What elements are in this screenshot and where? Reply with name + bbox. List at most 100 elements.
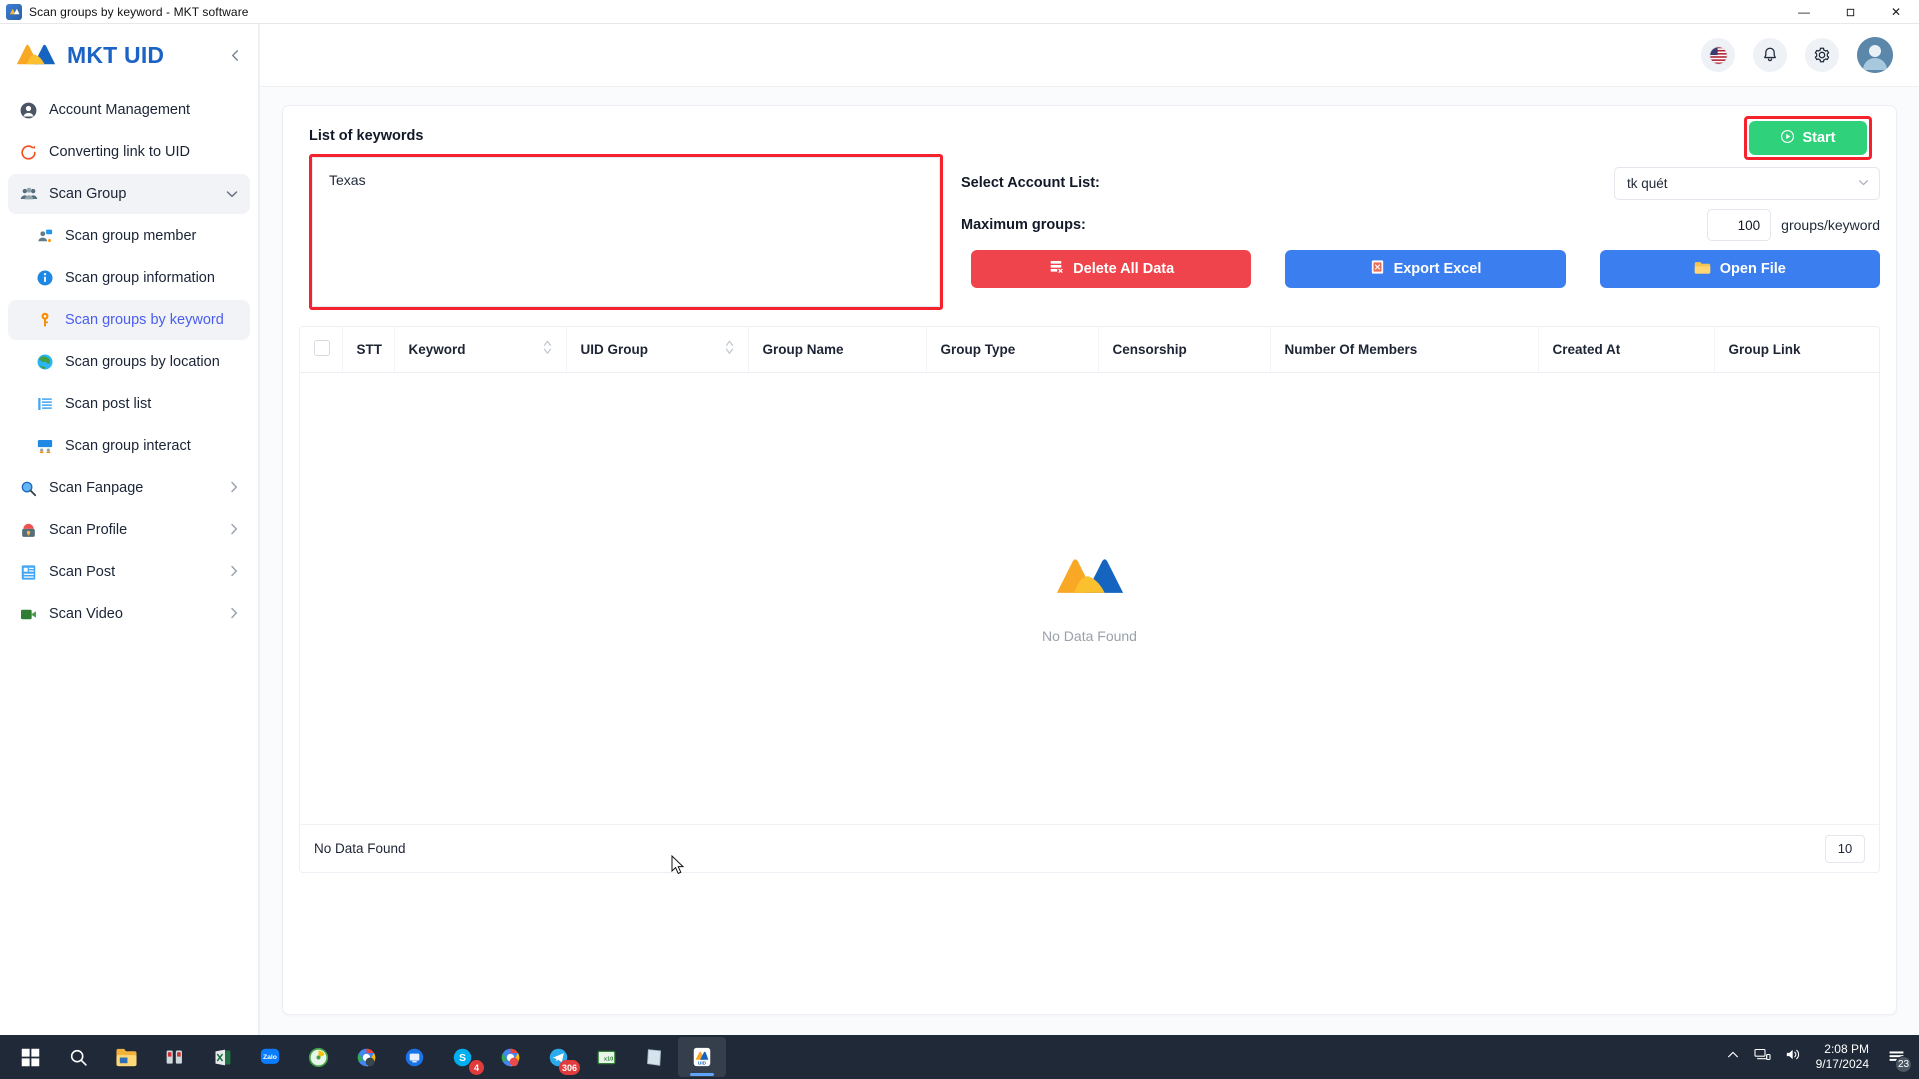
sidebar-item-converting-link-to-uid[interactable]: Converting link to UID: [8, 132, 250, 172]
sidebar-item-scan-groups-by-keyword[interactable]: Scan groups by keyword: [8, 300, 250, 340]
telegram-app-button[interactable]: 306: [534, 1037, 582, 1077]
file-explorer-button[interactable]: [102, 1037, 150, 1077]
page-size-selector[interactable]: 10: [1825, 834, 1865, 863]
open-file-button[interactable]: Open File: [1599, 250, 1880, 288]
sidebar-item-scan-video[interactable]: Scan Video: [8, 594, 250, 634]
video-icon: [18, 604, 39, 625]
column-group-type[interactable]: Group Type: [925, 327, 1098, 373]
account-list-label: Select Account List:: [961, 175, 1100, 191]
sort-icon[interactable]: [543, 339, 552, 359]
sidebar-item-account-management[interactable]: Account Management: [8, 90, 250, 130]
sidebar-item-scan-group-information[interactable]: Scan group information: [8, 258, 250, 298]
us-flag-icon[interactable]: [1701, 38, 1735, 72]
sidebar-item-scan-group-interact[interactable]: Scan group interact: [8, 426, 250, 466]
sidebar-item-label: Scan group information: [65, 270, 215, 286]
max-groups-label: Maximum groups:: [961, 217, 1086, 233]
column-censorship[interactable]: Censorship: [1097, 327, 1270, 373]
keywords-label: List of keywords: [309, 128, 424, 144]
form-row: List of keywords Start: [299, 116, 1880, 310]
export-excel-label: Export Excel: [1393, 261, 1482, 277]
max-groups-unit: groups/keyword: [1781, 217, 1880, 233]
column-created-at[interactable]: Created At: [1537, 327, 1714, 373]
sidebar-item-scan-post-list[interactable]: Scan post list: [8, 384, 250, 424]
content-area: List of keywords Start: [259, 24, 1919, 1035]
table-footer: No Data Found 10: [300, 824, 1879, 872]
column-keyword[interactable]: Keyword: [393, 327, 566, 373]
clock[interactable]: 2:08 PM 9/17/2024: [1816, 1042, 1869, 1072]
sidebar-item-label: Converting link to UID: [49, 144, 191, 160]
close-button[interactable]: ✕: [1873, 0, 1919, 24]
sort-icon[interactable]: [725, 339, 734, 359]
excel-green-button[interactable]: x10: [582, 1037, 630, 1077]
sidebar-item-label: Scan Video: [49, 606, 123, 622]
sidebar-item-label: Scan group interact: [65, 438, 191, 454]
maximize-button[interactable]: [1827, 0, 1873, 24]
groups-table: STT Keyword UID Group Group Name Group T…: [300, 327, 1879, 824]
column-uid-group-label: UID Group: [580, 341, 649, 357]
chrome-profile-1-button[interactable]: [342, 1037, 390, 1077]
volume-icon[interactable]: [1785, 1047, 1802, 1067]
badge-count: 306: [558, 1060, 580, 1075]
chevron-up-icon[interactable]: [1726, 1048, 1740, 1067]
keywords-input[interactable]: [312, 157, 940, 307]
column-group-name[interactable]: Group Name: [747, 327, 926, 373]
topbar: [260, 24, 1919, 87]
network-icon[interactable]: [1754, 1047, 1771, 1067]
sidebar-item-scan-groups-by-location[interactable]: Scan groups by location: [8, 342, 250, 382]
start-button[interactable]: [6, 1037, 54, 1077]
avatar-icon[interactable]: [1857, 37, 1893, 73]
brand-name: MKT UID: [67, 41, 165, 68]
svg-text:x10: x10: [603, 1056, 612, 1062]
taskbar-items: Zalo S 4 306 x10 UID: [0, 1037, 726, 1077]
member-icon: [34, 226, 55, 247]
clock-time: 2:08 PM: [1824, 1042, 1869, 1056]
sidebar-item-scan-group[interactable]: Scan Group: [8, 174, 250, 214]
globe-icon: [34, 352, 55, 373]
window-titlebar: Scan groups by keyword - MKT software — …: [0, 0, 1919, 24]
column-stt[interactable]: STT: [341, 327, 394, 373]
sidebar-item-scan-group-member[interactable]: Scan group member: [8, 216, 250, 256]
notification-icon[interactable]: 23: [1883, 1044, 1912, 1073]
bell-icon[interactable]: [1753, 38, 1787, 72]
zalo-app-button[interactable]: Zalo: [246, 1037, 294, 1077]
sidebar-item-scan-post[interactable]: Scan Post: [8, 552, 250, 592]
checkbox-icon[interactable]: [314, 339, 330, 356]
keywords-highlight-box: [309, 154, 943, 310]
sidebar: MKT UID Account Management Converting li…: [0, 24, 259, 1035]
green-app-button[interactable]: [294, 1037, 342, 1077]
account-list-value: tk quét: [1627, 175, 1668, 191]
start-button[interactable]: Start: [1749, 121, 1867, 155]
window-controls: — ✕: [1781, 0, 1919, 24]
app-icon: [6, 3, 22, 20]
column-number-of-members[interactable]: Number Of Members: [1269, 327, 1538, 373]
taskbar: Zalo S 4 306 x10 UID 2:08 PM 9/17/2024 2…: [0, 1035, 1919, 1079]
sidebar-item-scan-profile[interactable]: Scan Profile: [8, 510, 250, 550]
sidebar-item-scan-fanpage[interactable]: Scan Fanpage: [8, 468, 250, 508]
table-header-row: STT Keyword UID Group Group Name Group T…: [300, 327, 1879, 373]
sidebar-item-label: Scan groups by location: [65, 354, 220, 370]
search-button[interactable]: [54, 1037, 102, 1077]
brand-header: MKT UID: [0, 24, 258, 86]
chevron-right-icon: [230, 481, 238, 495]
export-excel-button[interactable]: Export Excel: [1285, 250, 1566, 288]
tools-app-button[interactable]: [150, 1037, 198, 1077]
account-list-select[interactable]: tk quét: [1614, 166, 1880, 200]
max-groups-input[interactable]: [1707, 209, 1772, 241]
column-uid-group[interactable]: UID Group: [565, 327, 748, 373]
gear-icon[interactable]: [1805, 38, 1839, 72]
column-group-link[interactable]: Group Link: [1713, 327, 1879, 373]
chevron-left-icon[interactable]: [226, 46, 244, 64]
chrome-profile-2-button[interactable]: [486, 1037, 534, 1077]
notes-app-button[interactable]: [630, 1037, 678, 1077]
delete-all-data-button[interactable]: Delete All Data: [971, 250, 1252, 288]
skype-app-button[interactable]: S 4: [438, 1037, 486, 1077]
minimize-button[interactable]: —: [1781, 0, 1827, 24]
sidebar-item-label: Scan post list: [65, 396, 152, 412]
excel-app-button[interactable]: [198, 1037, 246, 1077]
table-head: STT Keyword UID Group Group Name Group T…: [300, 327, 1879, 373]
keywords-column: List of keywords: [299, 128, 951, 310]
mkt-uid-app-button[interactable]: UID: [678, 1037, 726, 1077]
profile-lock-icon: [18, 520, 39, 541]
monitor-app-button[interactable]: [390, 1037, 438, 1077]
sidebar-menu: Account Management Converting link to UI…: [0, 86, 258, 634]
